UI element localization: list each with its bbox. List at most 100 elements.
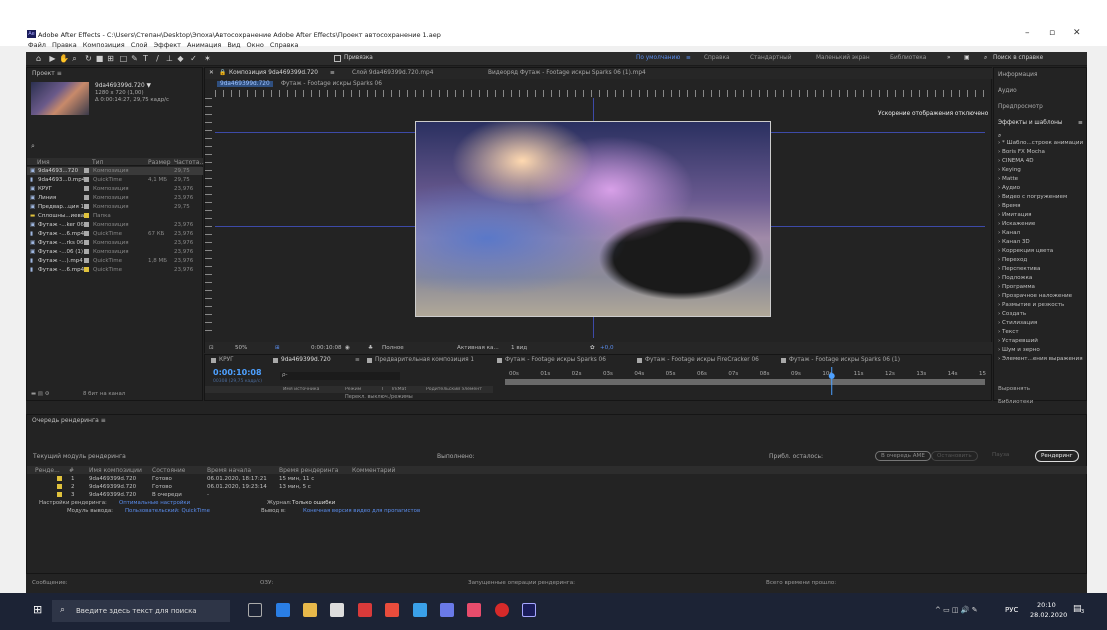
subtab-comp[interactable]: 9da469399d.720	[217, 81, 273, 87]
roto-tool-icon[interactable]: ✓	[189, 54, 198, 63]
snap-checkbox[interactable]	[334, 55, 341, 62]
effect-category[interactable]: › Boris FX Mocha	[998, 149, 1045, 157]
help-search-input[interactable]: Поиск в справке	[993, 55, 1043, 61]
project-item[interactable]: ▮ 9da4693...0.mp4 QuickTime 4,1 МБ 29,75	[27, 176, 203, 184]
tab-layer[interactable]: Слой 9da469399d.720.mp4	[352, 70, 433, 76]
label-color-swatch[interactable]	[84, 249, 89, 254]
label-color-swatch[interactable]	[84, 213, 89, 218]
effect-category[interactable]: › Шум и зерно	[998, 347, 1040, 355]
col-render[interactable]: Ренде...	[35, 467, 60, 474]
project-item[interactable]: ▣ Линия Композиция 23,976	[27, 194, 203, 202]
settings-icon[interactable]: ⚙	[45, 391, 50, 397]
col-comment[interactable]: Комментарий	[352, 467, 395, 474]
time-ruler[interactable]: 00s 01s 02s 03s 04s 05s 06s 07s 08s 09s 10s 11s 12s 1…	[505, 367, 989, 395]
camera-select[interactable]: Активная ка...	[457, 345, 499, 351]
camera-icon[interactable]: ◉	[345, 345, 350, 351]
timeline-tab[interactable]: 9da469399d.720	[281, 357, 331, 363]
menu-composition[interactable]: Композиция	[83, 41, 125, 49]
eraser-tool-icon[interactable]: ◆	[176, 54, 185, 63]
timeline-tab[interactable]: Предварительная композиция 1	[375, 357, 474, 363]
telegram-icon[interactable]	[413, 603, 427, 617]
viewer-timecode[interactable]: 0:00:10:08	[311, 345, 342, 351]
timeline-tab[interactable]: Футаж - Footage искры FireCracker 06	[645, 357, 759, 363]
col-trkmat[interactable]: TrkMat	[391, 387, 406, 392]
effect-category[interactable]: › Имитация	[998, 212, 1032, 220]
project-comp-name[interactable]: 9da469399d.720 ▼	[95, 83, 151, 89]
clock-time[interactable]: 20:10	[1037, 601, 1056, 609]
rotate-tool-icon[interactable]: ↻	[84, 54, 93, 63]
store-icon[interactable]	[330, 603, 344, 617]
zoom-tool-icon[interactable]: ⌕	[70, 54, 79, 63]
effect-category[interactable]: › Создать	[998, 311, 1026, 319]
effect-category[interactable]: › Искажение	[998, 221, 1035, 229]
workspace-standard[interactable]: Стандартный	[750, 55, 792, 61]
label-color-swatch[interactable]	[84, 267, 89, 272]
menu-file[interactable]: Файл	[28, 41, 46, 49]
effect-category[interactable]: › Устаревший	[998, 338, 1038, 346]
hand-tool-icon[interactable]: ✋	[59, 54, 69, 63]
project-item[interactable]: ▮ Футаж -...).mp4 QuickTime 1,8 МБ 23,976	[27, 257, 203, 265]
col-size[interactable]: Размер	[148, 159, 171, 166]
effect-category[interactable]: › Текст	[998, 329, 1019, 337]
close-icon[interactable]: ✕	[209, 70, 214, 76]
project-item[interactable]: ▬ Сплошны...иевая Папка	[27, 212, 203, 220]
tab-composition[interactable]: Композиция 9da469399d.720	[229, 70, 318, 76]
switches-toggle[interactable]: Перекл. выключ./режимы	[345, 394, 413, 400]
label-color-swatch[interactable]	[57, 484, 62, 489]
windows-start-icon[interactable]: ⊞	[33, 603, 42, 616]
effect-category[interactable]: › Программа	[998, 284, 1035, 292]
app-pink-icon[interactable]	[467, 603, 481, 617]
grid-icon[interactable]: ⊞	[275, 345, 280, 351]
col-comp-name[interactable]: Имя композиции	[89, 467, 142, 474]
quality-select[interactable]: Полное	[382, 345, 404, 351]
app-blue-icon[interactable]	[440, 603, 454, 617]
project-item[interactable]: ▮ Футаж -...6.mp4 QuickTime 23,976	[27, 266, 203, 274]
effect-category[interactable]: › Размытие и резкость	[998, 302, 1064, 310]
project-item[interactable]: ▣ Футаж -...ker 06 Композиция 23,976	[27, 221, 203, 229]
effect-category[interactable]: › Keying	[998, 167, 1021, 175]
effect-category[interactable]: › Время	[998, 203, 1020, 211]
tab-footage[interactable]: Видеоряд Футаж - Footage искры Sparks 06…	[488, 70, 646, 76]
effect-category[interactable]: › Аудио	[998, 185, 1020, 193]
rectangle-tool-icon[interactable]: □	[119, 54, 128, 63]
render-row[interactable]: 2 9da469399d.720 Готово 06.01.2020, 19:23:1…	[27, 483, 1087, 491]
taskbar-search[interactable]: ⌕ Введите здесь текст для поиска	[52, 600, 230, 622]
project-menu-icon[interactable]: ≡	[57, 70, 62, 77]
project-item[interactable]: ▮ Футаж -...6.mp4 QuickTime 67 КБ 23,976	[27, 230, 203, 238]
info-panel-tab[interactable]: Информация	[998, 72, 1037, 78]
menu-animation[interactable]: Анимация	[187, 41, 221, 49]
task-view-icon[interactable]	[248, 603, 262, 617]
edge-icon[interactable]	[276, 603, 290, 617]
tab-menu-icon[interactable]: ≡	[330, 70, 335, 76]
timeline-tab[interactable]: КРУГ	[219, 357, 234, 363]
effect-category[interactable]: › Matte	[998, 176, 1018, 184]
after-effects-taskbar-icon[interactable]	[522, 603, 536, 617]
effect-category[interactable]: › Канал 3D	[998, 239, 1030, 247]
menu-layer[interactable]: Слой	[131, 41, 148, 49]
col-render-time[interactable]: Время рендеринга	[279, 467, 338, 474]
render-row[interactable]: 1 9da469399d.720 Готово 06.01.2020, 18:17:2…	[27, 475, 1087, 483]
timeline-tab[interactable]: Футаж - Footage искры Sparks 06	[505, 357, 606, 363]
effect-category[interactable]: › Видео с погружением	[998, 194, 1067, 202]
label-color-swatch[interactable]	[57, 476, 62, 481]
snapshot-icon[interactable]: ⊡	[209, 345, 214, 351]
col-mode[interactable]: Режим	[345, 387, 361, 392]
opera-icon[interactable]	[495, 603, 509, 617]
queue-ame-button[interactable]: В очередь AME	[875, 451, 931, 461]
label-color-swatch[interactable]	[84, 177, 89, 182]
timeline-tab-menu-icon[interactable]: ≡	[355, 357, 360, 363]
taskbar-search-input[interactable]: Введите здесь текст для поиска	[76, 607, 197, 615]
output-to-value[interactable]: Конечная версия видео для пропагистов	[303, 508, 420, 514]
stop-button[interactable]: Остановить	[931, 451, 978, 461]
render-settings-value[interactable]: Оптимальные настройки	[119, 500, 190, 506]
workspace-overflow-icon[interactable]: »	[947, 55, 951, 61]
audio-panel-tab[interactable]: Аудио	[998, 88, 1017, 94]
composition-frame[interactable]	[415, 121, 771, 317]
timeline-timecode[interactable]: 0:00:10:08	[213, 368, 262, 377]
label-color-swatch[interactable]	[84, 240, 89, 245]
lock-icon[interactable]: 🔒	[219, 70, 226, 76]
label-color-swatch[interactable]	[84, 258, 89, 263]
zoom-level[interactable]: 50%	[235, 345, 247, 351]
effect-category[interactable]: › Канал	[998, 230, 1020, 238]
workspace-help[interactable]: Справка	[704, 55, 730, 61]
